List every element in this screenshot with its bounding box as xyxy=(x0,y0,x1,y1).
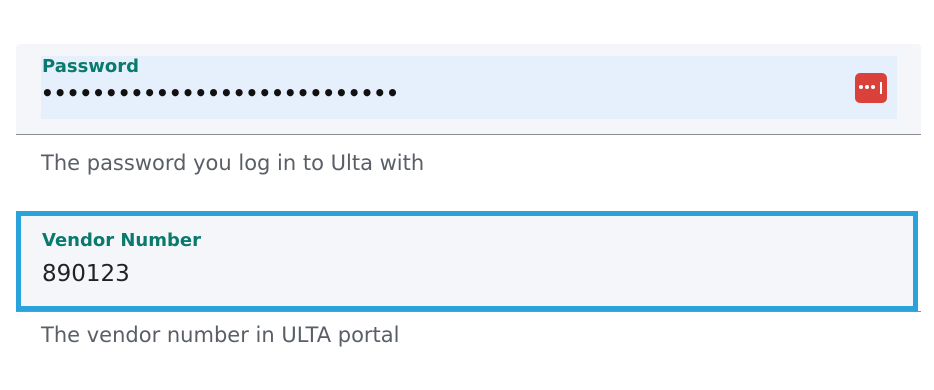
credentials-form: Password •••••••••••••••••••••••••••• Th… xyxy=(0,0,934,390)
vendor-number-input[interactable]: 890123 xyxy=(42,261,130,287)
vendor-helper-text: The vendor number in ULTA portal xyxy=(41,323,400,347)
password-manager-icon[interactable] xyxy=(855,73,887,103)
password-label: Password xyxy=(42,56,140,77)
password-helper-text: The password you log in to Ulta with xyxy=(41,151,425,175)
password-field[interactable]: Password •••••••••••••••••••••••••••• xyxy=(16,44,921,135)
password-input[interactable]: •••••••••••••••••••••••••••• xyxy=(41,81,399,105)
vendor-number-label: Vendor Number xyxy=(42,230,201,251)
vendor-field-underline xyxy=(16,311,921,312)
vendor-number-field[interactable]: Vendor Number 890123 xyxy=(16,211,918,311)
